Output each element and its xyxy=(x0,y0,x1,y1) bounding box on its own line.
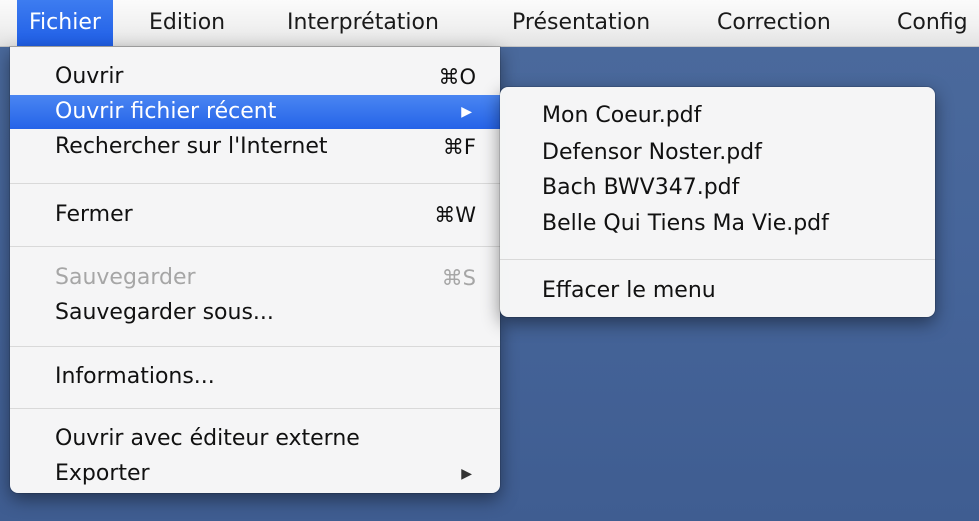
menu-item-label: Informations... xyxy=(55,364,215,389)
menu-item-label: Exporter xyxy=(55,461,150,486)
menu-separator xyxy=(10,246,500,247)
menu-item-label: Ouvrir xyxy=(55,64,124,89)
file-menu: Ouvrir ⌘O Ouvrir fichier récent ▶ Recher… xyxy=(10,47,500,493)
menu-item-shortcut: ⌘W xyxy=(434,203,476,227)
submenu-arrow-icon: ▶ xyxy=(461,466,472,482)
menu-separator xyxy=(10,408,500,409)
menu-item-label: Ouvrir avec éditeur externe xyxy=(55,426,360,451)
menu-item-shortcut: ⌘F xyxy=(442,135,476,159)
recent-file-item[interactable]: Mon Coeur.pdf xyxy=(500,99,935,133)
menu-item-ouvrir-editeur-externe[interactable]: Ouvrir avec éditeur externe xyxy=(10,422,500,456)
menu-item-label: Sauvegarder sous... xyxy=(55,300,274,325)
menu-item-exporter[interactable]: Exporter ▶ xyxy=(10,457,500,491)
menu-item-ouvrir[interactable]: Ouvrir ⌘O xyxy=(10,60,500,94)
menu-item-label: Rechercher sur l'Internet xyxy=(55,134,328,159)
menu-item-label: Fermer xyxy=(55,202,133,227)
menu-separator xyxy=(500,259,935,260)
menubar-edition[interactable]: Edition xyxy=(137,0,237,46)
submenu-arrow-icon: ▶ xyxy=(461,104,472,120)
menu-separator xyxy=(10,346,500,347)
menu-item-label: Mon Coeur.pdf xyxy=(542,103,702,128)
menu-item-label: Belle Qui Tiens Ma Vie.pdf xyxy=(542,211,829,236)
recent-file-item[interactable]: Bach BWV347.pdf xyxy=(500,171,935,205)
menu-item-shortcut: ⌘O xyxy=(438,65,476,89)
recent-file-item[interactable]: Defensor Noster.pdf xyxy=(500,136,935,170)
menu-item-ouvrir-fichier-recent[interactable]: Ouvrir fichier récent ▶ xyxy=(10,95,500,129)
menu-item-label: Ouvrir fichier récent xyxy=(55,99,277,124)
menu-item-label: Sauvegarder xyxy=(55,265,196,290)
menu-item-label: Defensor Noster.pdf xyxy=(542,140,762,165)
menu-item-label: Bach BWV347.pdf xyxy=(542,175,740,200)
menubar-fichier[interactable]: Fichier xyxy=(17,0,113,46)
menu-item-rechercher-internet[interactable]: Rechercher sur l'Internet ⌘F xyxy=(10,130,500,164)
menu-item-informations[interactable]: Informations... xyxy=(10,360,500,394)
menu-item-shortcut: ⌘S xyxy=(441,266,476,290)
menubar-correction[interactable]: Correction xyxy=(705,0,843,46)
menu-item-sauvegarder-sous[interactable]: Sauvegarder sous... xyxy=(10,296,500,330)
recent-file-item[interactable]: Belle Qui Tiens Ma Vie.pdf xyxy=(500,207,935,241)
recent-files-submenu: Mon Coeur.pdf Defensor Noster.pdf Bach B… xyxy=(500,87,935,317)
menu-item-label: Effacer le menu xyxy=(542,278,716,303)
menu-item-fermer[interactable]: Fermer ⌘W xyxy=(10,198,500,232)
menu-item-effacer-menu[interactable]: Effacer le menu xyxy=(500,274,935,308)
menubar-presentation[interactable]: Présentation xyxy=(500,0,662,46)
menubar-interpretation[interactable]: Interprétation xyxy=(275,0,451,46)
menubar-config[interactable]: Config xyxy=(885,0,979,46)
menu-bar: Fichier Edition Interprétation Présentat… xyxy=(0,0,979,47)
menu-separator xyxy=(10,183,500,184)
menu-item-sauvegarder: Sauvegarder ⌘S xyxy=(10,261,500,295)
